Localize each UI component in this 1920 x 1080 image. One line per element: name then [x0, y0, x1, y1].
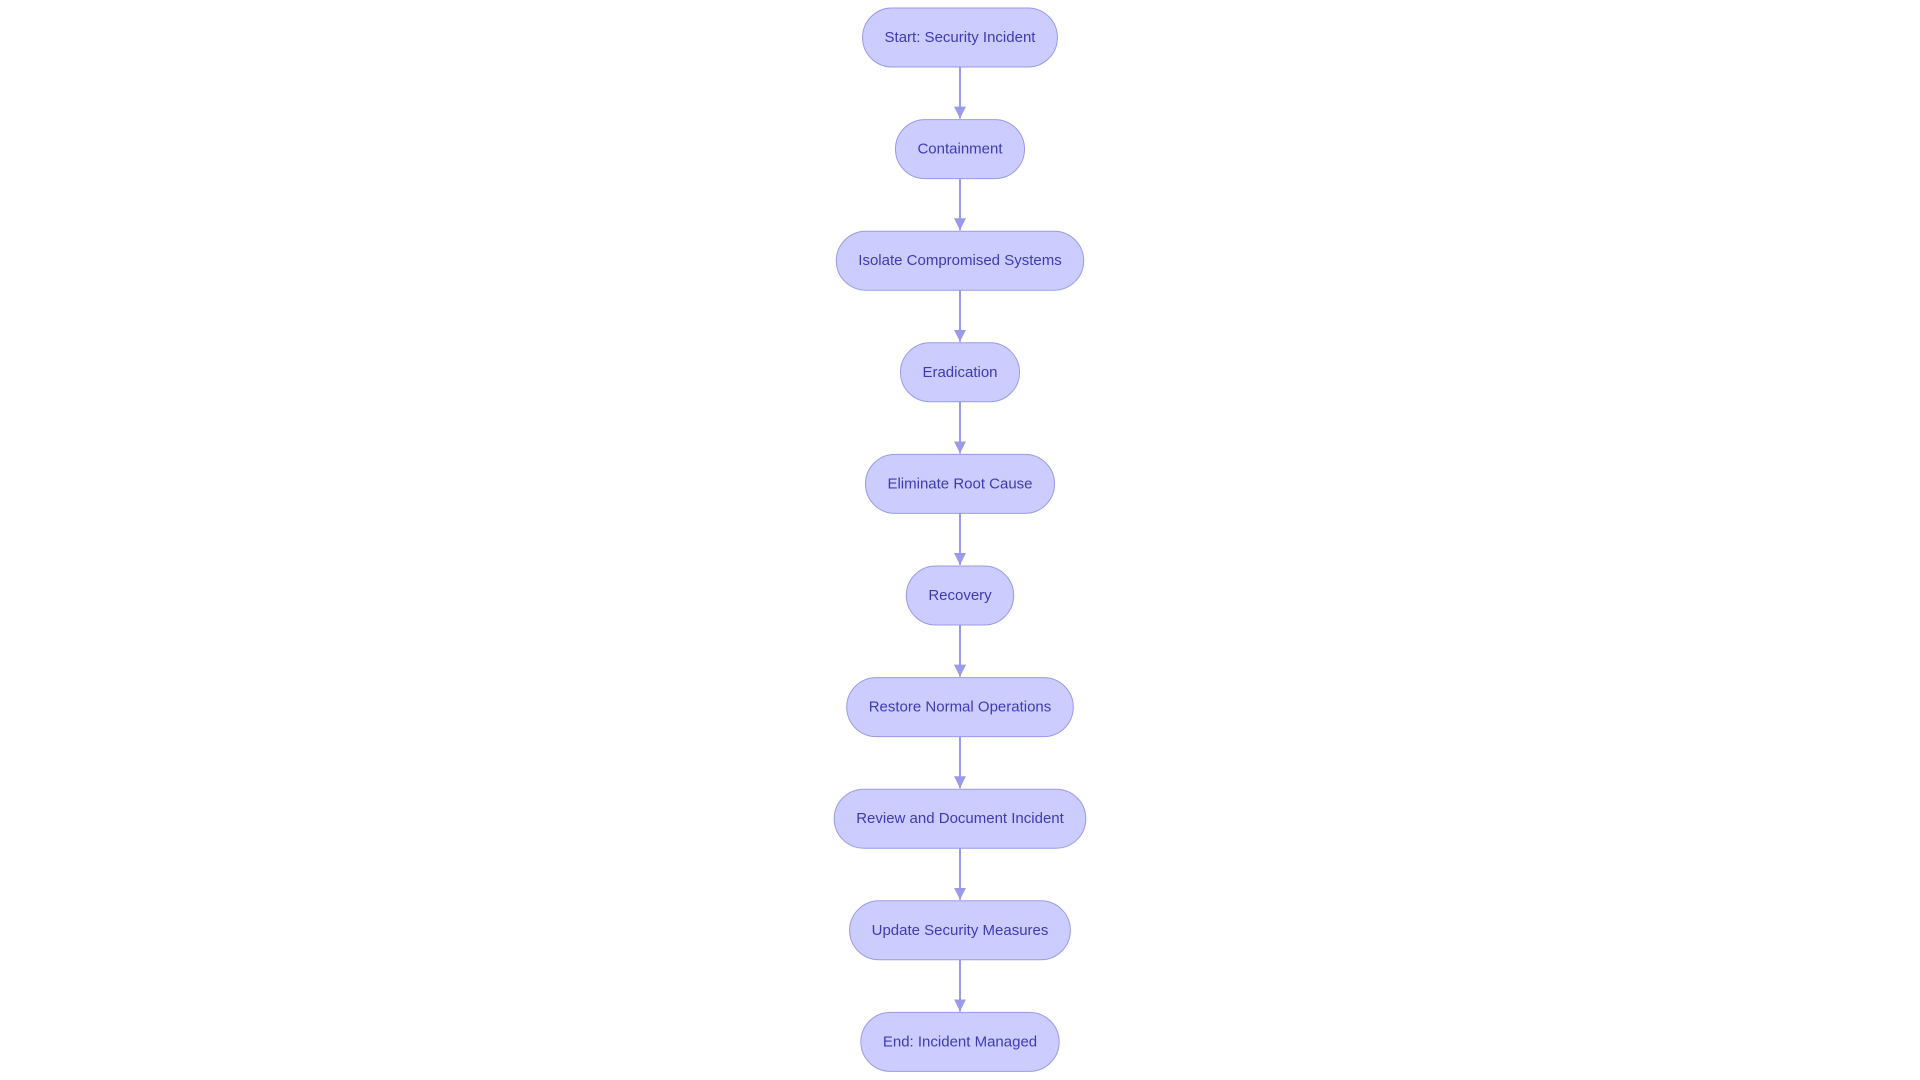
- flow-node-recovery: Recovery: [905, 565, 1015, 626]
- flow-node-end: End: Incident Managed: [860, 1011, 1060, 1072]
- node-label: Update Security Measures: [872, 922, 1049, 939]
- flow-node-isolate: Isolate Compromised Systems: [835, 230, 1085, 291]
- node-label: Eradication: [922, 364, 997, 381]
- node-label: Start: Security Incident: [885, 29, 1037, 46]
- flow-node-update: Update Security Measures: [849, 900, 1071, 961]
- incident-response-flowchart: Start: Security Incident Containment Isola…: [833, 7, 1087, 1072]
- flow-node-restore: Restore Normal Operations: [846, 677, 1074, 738]
- node-label: Restore Normal Operations: [869, 699, 1052, 716]
- node-label: Review and Document Incident: [856, 810, 1064, 827]
- flow-node-eliminate: Eliminate Root Cause: [864, 453, 1056, 514]
- node-label: Containment: [917, 141, 1003, 158]
- flow-node-eradication: Eradication: [899, 342, 1021, 403]
- node-label: Eliminate Root Cause: [887, 475, 1032, 492]
- flow-node-containment: Containment: [894, 119, 1026, 180]
- node-label: Isolate Compromised Systems: [858, 252, 1061, 269]
- flow-node-review: Review and Document Incident: [833, 788, 1087, 849]
- node-label: End: Incident Managed: [883, 1033, 1037, 1050]
- flow-node-start: Start: Security Incident: [862, 7, 1058, 68]
- node-label: Recovery: [928, 587, 992, 604]
